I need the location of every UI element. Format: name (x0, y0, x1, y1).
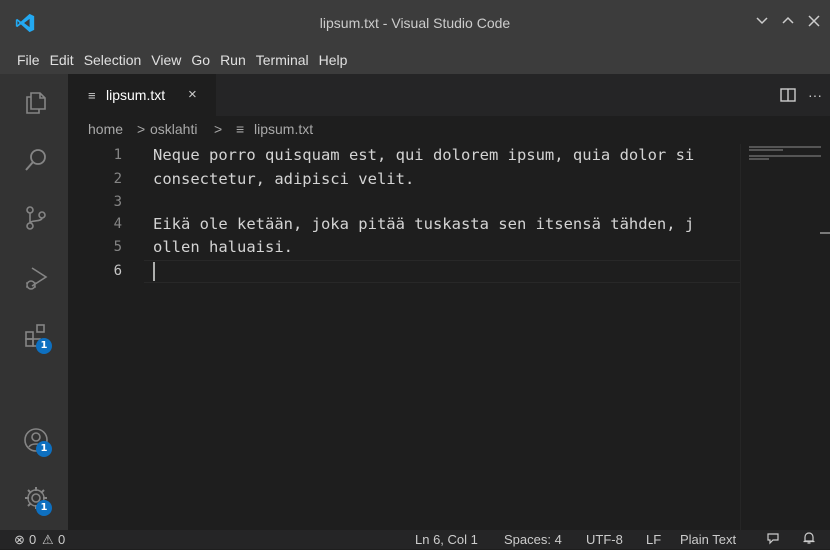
menu-run[interactable]: Run (215, 46, 251, 74)
split-editor-icon[interactable] (780, 88, 796, 102)
menu-help[interactable]: Help (314, 46, 353, 74)
cursor-position[interactable]: Ln 6, Col 1 (415, 531, 478, 549)
accounts-badge: 1 (36, 441, 52, 457)
line-ending[interactable]: LF (646, 531, 661, 549)
activity-bar: 1 1 1 (0, 74, 68, 530)
breadcrumb-separator: > (137, 121, 146, 137)
bell-icon[interactable] (802, 531, 816, 550)
language-mode[interactable]: Plain Text (680, 531, 736, 549)
encoding[interactable]: UTF-8 (586, 531, 623, 549)
editor-line: 5 ollen haluaisi. (68, 236, 740, 259)
extensions-badge: 1 (36, 338, 52, 354)
search-icon[interactable] (22, 146, 50, 174)
line-text[interactable]: ollen haluaisi. (153, 236, 293, 259)
menu-selection[interactable]: Selection (79, 46, 147, 74)
error-count[interactable]: 0 (29, 531, 36, 549)
menu-file[interactable]: File (12, 46, 45, 74)
menu-bar: File Edit Selection View Go Run Terminal Help (0, 46, 830, 74)
minimap-line (749, 155, 821, 157)
indentation[interactable]: Spaces: 4 (504, 531, 562, 549)
breadcrumb-file[interactable]: lipsum.txt (254, 121, 313, 137)
explorer-icon[interactable] (22, 88, 50, 116)
line-text[interactable]: Neque porro quisquam est, qui dolorem ip… (153, 144, 694, 167)
editor-tabs: ≡ lipsum.txt × ··· (68, 74, 830, 117)
accounts-icon[interactable]: 1 (22, 426, 52, 457)
run-debug-icon[interactable] (22, 264, 50, 292)
breadcrumb: home > osklahti > ≡ lipsum.txt (68, 116, 830, 144)
line-text[interactable]: Eikä ole ketään, joka pitää tuskasta sen… (153, 213, 694, 236)
extensions-icon[interactable]: 1 (22, 322, 52, 354)
error-icon[interactable]: ⊗ (14, 531, 25, 549)
gear-icon[interactable]: 1 (22, 484, 52, 516)
source-control-icon[interactable] (22, 204, 50, 232)
line-number: 5 (113, 239, 122, 255)
maximize-icon[interactable] (778, 12, 798, 34)
warning-count[interactable]: 0 (58, 531, 65, 549)
minimap[interactable] (740, 144, 830, 530)
editor-line: 4 Eikä ole ketään, joka pitää tuskasta s… (68, 213, 740, 236)
line-text[interactable]: consectetur, adipisci velit. (153, 168, 414, 191)
minimize-icon[interactable] (752, 12, 772, 34)
close-icon[interactable]: × (188, 86, 197, 103)
settings-badge: 1 (36, 500, 52, 516)
menu-view[interactable]: View (146, 46, 186, 74)
status-bar: ⊗ 0 ⚠ 0 Ln 6, Col 1 Spaces: 4 UTF-8 LF P… (0, 530, 830, 549)
line-number: 3 (113, 194, 122, 210)
breadcrumb-separator: > (214, 121, 223, 137)
text-editor[interactable]: 1 Neque porro quisquam est, qui dolorem … (68, 144, 740, 530)
menu-terminal[interactable]: Terminal (251, 46, 314, 74)
line-number: 4 (113, 216, 122, 232)
text-cursor (153, 262, 155, 281)
breadcrumb-folder[interactable]: osklahti (150, 121, 197, 137)
editor-line: 1 Neque porro quisquam est, qui dolorem … (68, 144, 740, 167)
tab-lipsum[interactable]: ≡ lipsum.txt × (68, 74, 216, 117)
minimap-line (749, 149, 783, 151)
window-title: lipsum.txt - Visual Studio Code (319, 15, 511, 31)
line-number: 2 (113, 171, 122, 187)
menu-edit[interactable]: Edit (45, 46, 79, 74)
warning-icon[interactable]: ⚠ (42, 531, 54, 549)
menu-go[interactable]: Go (186, 46, 215, 74)
editor-actions: ··· (780, 86, 822, 103)
more-actions-icon[interactable]: ··· (808, 87, 822, 103)
close-window-icon[interactable] (804, 12, 824, 34)
editor-line: 2 consectetur, adipisci velit. (68, 168, 740, 191)
text-file-icon: ≡ (88, 88, 96, 103)
tab-label: lipsum.txt (106, 87, 166, 103)
line-number: 1 (113, 147, 122, 163)
scrollbar-marker[interactable] (820, 232, 830, 234)
minimap-line (749, 146, 821, 148)
editor-line: 3 (68, 191, 740, 214)
feedback-icon[interactable] (766, 531, 780, 550)
line-number: 6 (113, 263, 122, 279)
text-file-icon: ≡ (236, 121, 245, 137)
editor-line: 6 (68, 260, 740, 283)
minimap-line (749, 158, 769, 160)
title-bar: lipsum.txt - Visual Studio Code (0, 0, 830, 46)
breadcrumb-home[interactable]: home (88, 121, 123, 137)
